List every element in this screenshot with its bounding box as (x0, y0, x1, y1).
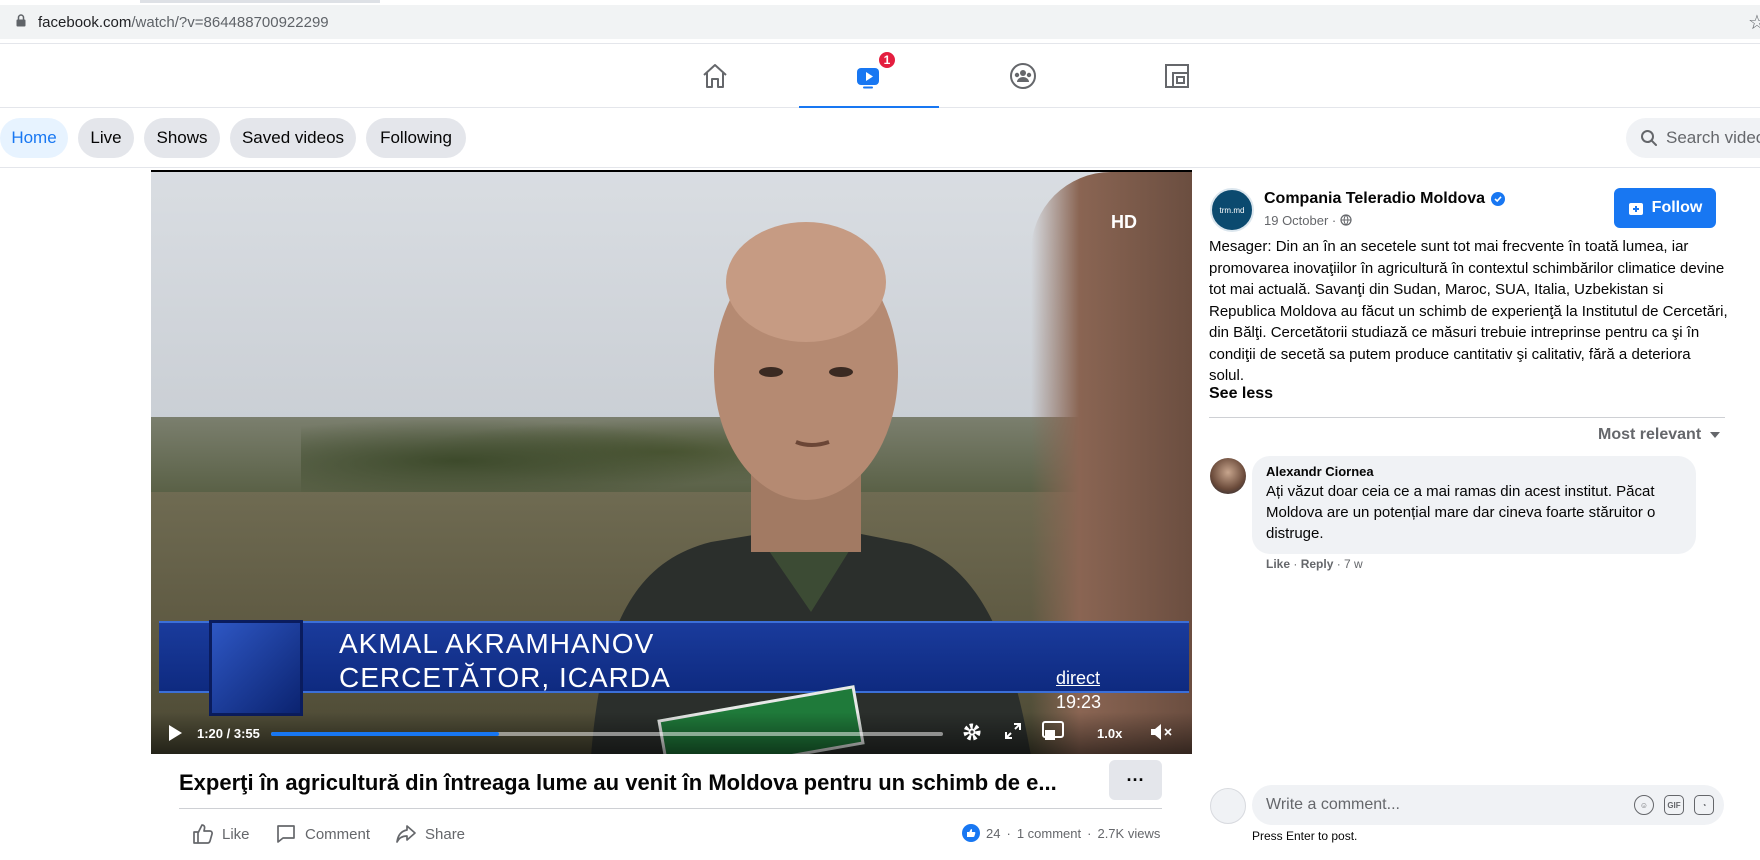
hd-watermark: HD (1111, 212, 1137, 232)
top-navigation: 1 (0, 44, 1760, 109)
groups-icon (1010, 63, 1036, 89)
lower-third-role: CERCETĂTOR, ICARDA (339, 662, 671, 693)
lock-icon (16, 14, 26, 27)
tab-strip-edge (0, 0, 1760, 3)
commenter-name[interactable]: Alexandr Ciornea (1266, 464, 1682, 479)
video-search-input[interactable]: Search video (1626, 118, 1760, 158)
like-label: Like (222, 825, 250, 843)
playback-speed[interactable]: 1.0x (1097, 726, 1122, 741)
broadcast-clock: 19:23 (1056, 692, 1102, 712)
post-date-text: 19 October · (1264, 213, 1337, 228)
search-icon (1641, 130, 1657, 146)
comment-text: Ați văzut doar ceia ce a mai ramas din a… (1266, 483, 1656, 542)
comments-divider (1209, 417, 1725, 418)
follow-label: Follow (1651, 199, 1703, 216)
gaming-icon (1165, 64, 1189, 88)
video-title: Experţi în agricultură din întreaga lume… (179, 770, 1057, 795)
sort-label: Most relevant (1598, 426, 1702, 443)
press-enter-hint: Press Enter to post. (1252, 829, 1358, 843)
gif-icon[interactable]: GIF (1664, 795, 1684, 815)
reaction-count[interactable]: 24 (986, 826, 1000, 841)
avatar-logo-text: trm.md (1219, 205, 1245, 215)
notification-badge: 1 (877, 50, 897, 70)
share-button[interactable]: Share (395, 823, 465, 845)
comment-button[interactable]: Comment (275, 823, 370, 845)
nav-groups[interactable] (953, 44, 1093, 108)
actions-divider (179, 808, 1162, 809)
commenter-avatar[interactable] (1210, 458, 1246, 494)
share-label: Share (425, 825, 466, 843)
bookmark-star-icon[interactable]: ☆ (1748, 10, 1760, 35)
current-user-avatar (1210, 788, 1246, 824)
globe-icon (1340, 214, 1352, 226)
chip-home[interactable]: Home (0, 118, 68, 158)
comment-actions: Like · Reply · 7 w (1266, 557, 1363, 571)
verified-badge-icon (1491, 192, 1506, 206)
comment-like-link[interactable]: Like (1266, 557, 1290, 571)
chip-saved-videos[interactable]: Saved videos (230, 118, 356, 158)
search-placeholder: Search video (1666, 128, 1760, 147)
like-button[interactable]: Like (192, 823, 250, 845)
chip-live[interactable]: Live (78, 118, 134, 158)
page-name-link[interactable]: Compania Teleradio Moldova (1264, 190, 1506, 208)
see-less-link[interactable]: See less (1209, 385, 1273, 403)
follow-icon (1628, 203, 1643, 215)
watch-filter-bar: Home Live Shows Saved videos Following S… (0, 108, 1760, 168)
composer-icons: ☺ GIF ◔ (1634, 795, 1714, 815)
comment-input[interactable]: Write a comment... ☺ GIF ◔ (1252, 785, 1724, 825)
play-icon[interactable] (167, 724, 183, 742)
thumbs-up-icon (193, 824, 213, 844)
engagement-stats: 24 · 1 comment · 2.7K views (962, 824, 1160, 842)
home-icon (703, 64, 727, 88)
views-count: 2.7K views (1097, 825, 1161, 841)
emoji-icon[interactable]: ☺ (1634, 795, 1654, 815)
caret-down-icon (1710, 432, 1721, 438)
comment-placeholder: Write a comment... (1266, 796, 1400, 813)
progress-fill (271, 732, 500, 736)
comments-count[interactable]: 1 comment (1017, 826, 1081, 841)
comment-label: Comment (305, 825, 371, 843)
comment-icon (277, 825, 295, 843)
video-player[interactable]: HD AKMAL AKRAMHANOV CERCETĂTOR, ICARDA d… (151, 170, 1192, 754)
fullscreen-icon[interactable] (1004, 722, 1022, 740)
page-name: Compania Teleradio Moldova (1264, 190, 1486, 207)
sticker-icon[interactable]: ◔ (1694, 795, 1714, 815)
comment-reply-link[interactable]: Reply (1301, 557, 1334, 571)
post-date: 19 October · (1264, 213, 1352, 228)
chip-shows[interactable]: Shows (144, 118, 220, 158)
url-path: /watch/?v=864488700922299 (131, 14, 329, 31)
browser-address-bar: facebook.com/watch/?v=864488700922299 ☆ (0, 0, 1760, 44)
progress-bar[interactable] (271, 732, 943, 736)
share-icon (396, 825, 416, 843)
nav-gaming[interactable] (1107, 44, 1247, 108)
lower-third-banner (159, 621, 1189, 693)
more-options-button[interactable]: ··· (1109, 760, 1162, 800)
follow-button[interactable]: Follow (1614, 188, 1716, 228)
chip-following[interactable]: Following (366, 118, 466, 158)
post-description: Mesager: Din an în an secetele sunt tot … (1209, 238, 1728, 384)
channel-tag: direct (1056, 668, 1101, 688)
dot-separator: · (1087, 825, 1092, 841)
url-host: facebook.com (38, 14, 132, 31)
comment-bubble: Alexandr Ciornea Ați văzut doar ceia ce … (1252, 456, 1696, 554)
lower-third-name: AKMAL AKRAMHANOV (339, 628, 655, 659)
nav-watch[interactable]: 1 (799, 44, 939, 109)
playback-time: 1:20 / 3:55 (197, 726, 260, 741)
comment-age: 7 w (1344, 557, 1363, 571)
lower-third-logo-box (209, 620, 303, 716)
muted-volume-icon[interactable] (1149, 722, 1175, 742)
like-reaction-icon (962, 824, 980, 842)
dot-separator: · (1006, 825, 1011, 841)
url-text[interactable]: facebook.com/watch/?v=864488700922299 (38, 14, 329, 31)
nav-home[interactable] (645, 44, 785, 108)
settings-gear-icon[interactable] (961, 721, 983, 743)
comment-sort-dropdown[interactable]: Most relevant (1598, 426, 1721, 444)
page-avatar[interactable]: trm.md (1210, 188, 1254, 232)
picture-in-picture-icon[interactable] (1042, 721, 1064, 741)
